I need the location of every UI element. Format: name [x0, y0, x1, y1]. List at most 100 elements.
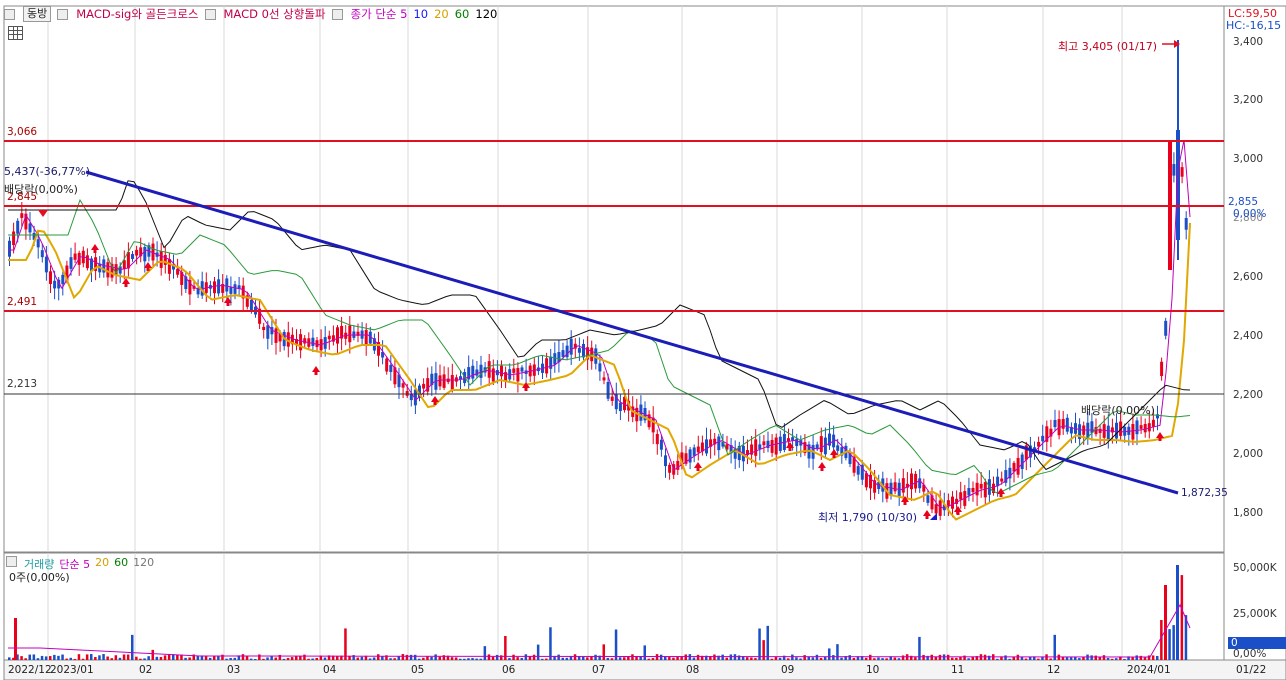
candle-body: [131, 254, 134, 259]
volume-bar: [864, 657, 868, 660]
macd-zero-checkbox[interactable]: [204, 8, 216, 20]
volume-bar: [1151, 655, 1155, 660]
volume-bar: [668, 657, 671, 660]
time-label-03: 03: [227, 664, 241, 676]
volume-bar: [40, 655, 44, 660]
candle-body: [705, 439, 708, 454]
volume-bar: [397, 656, 400, 660]
macd-sig-checkbox[interactable]: [57, 8, 69, 20]
indicator-macd-sig[interactable]: MACD-sig와 골든크로스: [76, 6, 198, 22]
candle-body: [951, 496, 954, 509]
volume-bar: [811, 657, 815, 660]
volume-bar: [262, 658, 265, 660]
candle-body: [213, 281, 216, 294]
volume-bar: [323, 657, 327, 660]
candle-body: [327, 335, 331, 340]
volume-bar: [315, 658, 318, 660]
candle-body: [36, 239, 40, 248]
candle-body: [893, 482, 897, 492]
volume-bar: [696, 654, 700, 660]
volume-bar: [28, 654, 31, 660]
ma-period-10[interactable]: 10: [413, 7, 428, 21]
volume-bar: [832, 655, 835, 660]
candle-body: [299, 334, 303, 351]
volume-ma-60[interactable]: 60: [114, 556, 128, 572]
candle-body: [487, 361, 491, 378]
candle-body: [516, 368, 520, 382]
indicator-macd-zero[interactable]: MACD 0선 상향돌파: [224, 6, 326, 22]
volume-bar: [549, 627, 552, 660]
volume-bar: [151, 649, 154, 660]
volume-bar: [852, 657, 856, 660]
volume-ma-120[interactable]: 120: [133, 556, 154, 572]
volume-bar: [746, 657, 749, 660]
volume-bar: [90, 654, 93, 660]
volume-bar: [155, 656, 159, 660]
volume-ma-20[interactable]: 20: [95, 556, 109, 572]
volume-bar: [1049, 658, 1052, 660]
volume-bar: [159, 656, 163, 660]
candle-body: [1143, 423, 1147, 433]
time-label-09: 09: [781, 664, 795, 676]
buy-signal-arrow-stem: [314, 372, 318, 375]
volume-bar: [577, 656, 581, 660]
volume-bar: [528, 656, 532, 660]
volume-bar: [454, 657, 458, 660]
price-tick-2200: 2,200: [1233, 389, 1264, 401]
candle-body: [167, 258, 171, 274]
volume-bar: [725, 657, 728, 660]
legend-checkbox[interactable]: [4, 8, 15, 20]
stock-chart-canvas[interactable]: [0, 0, 1286, 680]
volume-bar: [471, 658, 474, 660]
candle-body: [819, 436, 823, 453]
candle-body: [610, 396, 614, 401]
ma-period-20[interactable]: 20: [434, 7, 449, 21]
mode-button[interactable]: 동방: [23, 6, 52, 22]
volume-bar: [1065, 657, 1069, 660]
candle-body: [44, 256, 48, 273]
volume-bar: [582, 656, 585, 660]
candle-body: [106, 262, 110, 278]
table-grid-icon[interactable]: [8, 26, 23, 40]
volume-bar: [586, 657, 589, 660]
candle-body: [664, 455, 667, 467]
volume-bar: [405, 654, 409, 660]
volume-bar: [1106, 657, 1110, 660]
volume-bar: [241, 654, 245, 660]
volume-bar: [495, 654, 499, 660]
indicator-close-ma[interactable]: 종가 단순 5: [351, 6, 408, 22]
volume-bar: [729, 654, 733, 660]
candle-body: [385, 358, 389, 372]
volume-bar: [356, 657, 359, 660]
buy-signal-arrow-stem: [524, 388, 528, 391]
volume-bar: [98, 655, 101, 660]
candle-body: [262, 326, 266, 331]
volume-bar: [655, 654, 659, 660]
volume-bar: [774, 657, 778, 660]
volume-bar: [20, 656, 23, 660]
volume-bar: [254, 658, 257, 660]
volume-bar: [14, 618, 17, 660]
time-label-06: 06: [502, 664, 516, 676]
volume-panel[interactable]: [3, 552, 1225, 661]
buy-signal-arrow-stem: [124, 284, 128, 287]
candle-body: [545, 358, 549, 374]
volume-bar: [65, 658, 68, 660]
volume-bar: [381, 656, 384, 660]
candle-body: [500, 365, 503, 377]
volume-bar: [914, 657, 917, 660]
candle-body: [49, 271, 52, 284]
candle-body: [582, 343, 585, 358]
ma-period-60[interactable]: 60: [455, 7, 470, 21]
candle-body: [901, 478, 905, 493]
candle-body: [996, 476, 1000, 486]
volume-checkbox[interactable]: [6, 556, 17, 567]
candle-body: [1176, 130, 1180, 240]
volume-bar: [1094, 655, 1097, 660]
candle-body: [618, 402, 622, 411]
ma-checkbox[interactable]: [331, 8, 343, 20]
candle-body: [569, 338, 573, 355]
candle-body: [348, 325, 352, 343]
volume-bar: [795, 657, 798, 660]
ma-period-120[interactable]: 120: [475, 7, 497, 21]
